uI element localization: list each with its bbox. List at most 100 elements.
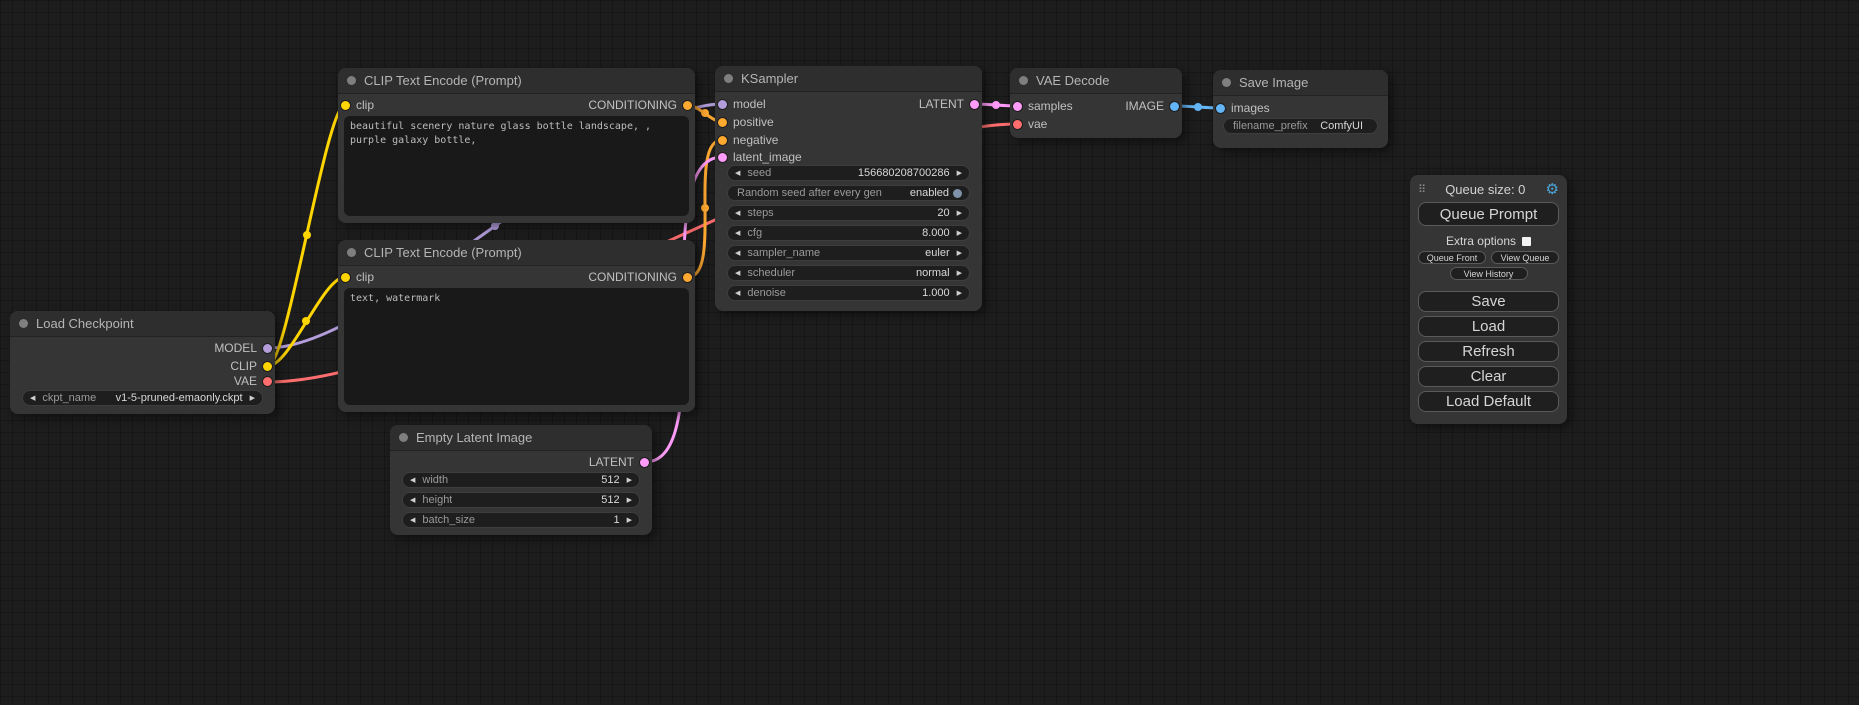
node-title-bar[interactable]: KSampler <box>715 66 982 92</box>
output-port-conditioning[interactable] <box>683 101 692 110</box>
node-title-bar[interactable]: CLIP Text Encode (Prompt) <box>338 68 695 94</box>
view-history-button[interactable]: View History <box>1450 267 1528 280</box>
extra-options-row: Extra options <box>1418 234 1559 248</box>
stepper-right-icon[interactable]: ▶ <box>957 270 962 277</box>
batch-size-widget[interactable]: ◀ batch_size 1 ▶ <box>402 512 640 528</box>
slot-label: model <box>733 97 766 111</box>
output-port-model[interactable] <box>263 344 272 353</box>
stepper-left-icon[interactable]: ◀ <box>410 517 415 524</box>
node-vae-decode[interactable]: VAE Decode samples vae IMAGE <box>1010 68 1182 138</box>
input-port-samples[interactable] <box>1013 102 1022 111</box>
negative-prompt-textarea[interactable]: text, watermark <box>344 288 689 405</box>
output-port-image[interactable] <box>1170 102 1179 111</box>
output-port-conditioning[interactable] <box>683 273 692 282</box>
denoise-widget[interactable]: ◀ denoise 1.000 ▶ <box>727 285 970 301</box>
input-port-positive[interactable] <box>718 118 727 127</box>
input-port-images[interactable] <box>1216 104 1225 113</box>
stepper-left-icon[interactable]: ◀ <box>410 477 415 484</box>
queue-front-button[interactable]: Queue Front <box>1418 251 1486 264</box>
drag-handle-icon[interactable]: ⠿ <box>1418 183 1425 196</box>
positive-prompt-textarea[interactable]: beautiful scenery nature glass bottle la… <box>344 116 689 216</box>
output-slot-model: MODEL <box>214 341 272 355</box>
output-slot-image: IMAGE <box>1125 99 1179 113</box>
save-button[interactable]: Save <box>1418 291 1559 312</box>
node-title: Empty Latent Image <box>416 430 532 445</box>
extra-options-checkbox[interactable] <box>1522 237 1531 246</box>
input-port-negative[interactable] <box>718 136 727 145</box>
load-button[interactable]: Load <box>1418 316 1559 337</box>
stepper-left-icon[interactable]: ◀ <box>735 170 740 177</box>
refresh-button[interactable]: Refresh <box>1418 341 1559 362</box>
view-queue-button[interactable]: View Queue <box>1491 251 1559 264</box>
output-port-clip[interactable] <box>263 362 272 371</box>
node-title-bar[interactable]: Empty Latent Image <box>390 425 652 451</box>
stepper-right-icon[interactable]: ▶ <box>250 395 255 402</box>
node-title-bar[interactable]: CLIP Text Encode (Prompt) <box>338 240 695 266</box>
steps-widget[interactable]: ◀ steps 20 ▶ <box>727 205 970 221</box>
slot-label: vae <box>1028 117 1047 131</box>
collapse-toggle-icon[interactable] <box>347 248 356 257</box>
input-port-vae[interactable] <box>1013 120 1022 129</box>
stepper-left-icon[interactable]: ◀ <box>735 290 740 297</box>
output-port-latent[interactable] <box>970 100 979 109</box>
stepper-right-icon[interactable]: ▶ <box>957 290 962 297</box>
node-clip-text-encode-positive[interactable]: CLIP Text Encode (Prompt) clip CONDITION… <box>338 68 695 223</box>
input-port-latent-image[interactable] <box>718 153 727 162</box>
node-empty-latent-image[interactable]: Empty Latent Image LATENT ◀ width 512 ▶ … <box>390 425 652 535</box>
height-widget[interactable]: ◀ height 512 ▶ <box>402 492 640 508</box>
scheduler-widget[interactable]: ◀ scheduler normal ▶ <box>727 265 970 281</box>
random-seed-toggle-widget[interactable]: Random seed after every gen enabled <box>727 185 970 201</box>
node-title-bar[interactable]: Load Checkpoint <box>10 311 275 337</box>
collapse-toggle-icon[interactable] <box>1222 78 1231 87</box>
node-title-bar[interactable]: VAE Decode <box>1010 68 1182 94</box>
input-port-clip[interactable] <box>341 101 350 110</box>
stepper-right-icon[interactable]: ▶ <box>627 497 632 504</box>
stepper-right-icon[interactable]: ▶ <box>957 250 962 257</box>
node-title-bar[interactable]: Save Image <box>1213 70 1388 96</box>
stepper-left-icon[interactable]: ◀ <box>735 250 740 257</box>
stepper-left-icon[interactable]: ◀ <box>30 395 35 402</box>
filename-prefix-widget[interactable]: filename_prefix ComfyUI <box>1223 118 1378 134</box>
width-widget[interactable]: ◀ width 512 ▶ <box>402 472 640 488</box>
queue-prompt-button[interactable]: Queue Prompt <box>1418 202 1559 226</box>
node-title: CLIP Text Encode (Prompt) <box>364 245 522 260</box>
node-ksampler[interactable]: KSampler model positive negative latent_… <box>715 66 982 311</box>
seed-widget[interactable]: ◀ seed 156680208700286 ▶ <box>727 165 970 181</box>
collapse-toggle-icon[interactable] <box>1019 76 1028 85</box>
stepper-right-icon[interactable]: ▶ <box>627 517 632 524</box>
sampler-name-widget[interactable]: ◀ sampler_name euler ▶ <box>727 245 970 261</box>
node-clip-text-encode-negative[interactable]: CLIP Text Encode (Prompt) clip CONDITION… <box>338 240 695 412</box>
queue-small-buttons-row: Queue Front View Queue <box>1418 251 1559 264</box>
stepper-left-icon[interactable]: ◀ <box>735 230 740 237</box>
load-default-button[interactable]: Load Default <box>1418 391 1559 412</box>
collapse-toggle-icon[interactable] <box>347 76 356 85</box>
node-graph-canvas[interactable]: Load Checkpoint MODEL CLIP VAE ◀ ckpt_na… <box>0 0 1859 705</box>
cfg-widget[interactable]: ◀ cfg 8.000 ▶ <box>727 225 970 241</box>
stepper-right-icon[interactable]: ▶ <box>957 230 962 237</box>
node-save-image[interactable]: Save Image images filename_prefix ComfyU… <box>1213 70 1388 148</box>
input-slot-clip: clip <box>341 98 374 112</box>
node-load-checkpoint[interactable]: Load Checkpoint MODEL CLIP VAE ◀ ckpt_na… <box>10 311 275 414</box>
stepper-right-icon[interactable]: ▶ <box>627 477 632 484</box>
slot-label: samples <box>1028 99 1073 113</box>
collapse-toggle-icon[interactable] <box>399 433 408 442</box>
ckpt-name-widget[interactable]: ◀ ckpt_name v1-5-pruned-emaonly.ckpt ▶ <box>22 390 263 406</box>
output-port-vae[interactable] <box>263 377 272 386</box>
collapse-toggle-icon[interactable] <box>724 74 733 83</box>
input-port-model[interactable] <box>718 100 727 109</box>
collapse-toggle-icon[interactable] <box>19 319 28 328</box>
input-slot-negative: negative <box>718 133 778 147</box>
settings-gear-icon[interactable]: ⚙ <box>1546 182 1559 197</box>
widget-value: 1.000 <box>922 287 950 299</box>
input-port-clip[interactable] <box>341 273 350 282</box>
clear-button[interactable]: Clear <box>1418 366 1559 387</box>
toggle-dot-icon[interactable] <box>953 189 962 198</box>
link-midpoint-dot <box>701 204 709 212</box>
stepper-left-icon[interactable]: ◀ <box>410 497 415 504</box>
stepper-left-icon[interactable]: ◀ <box>735 210 740 217</box>
stepper-left-icon[interactable]: ◀ <box>735 270 740 277</box>
widget-value: 20 <box>937 207 949 219</box>
stepper-right-icon[interactable]: ▶ <box>957 170 962 177</box>
output-port-latent[interactable] <box>640 458 649 467</box>
stepper-right-icon[interactable]: ▶ <box>957 210 962 217</box>
